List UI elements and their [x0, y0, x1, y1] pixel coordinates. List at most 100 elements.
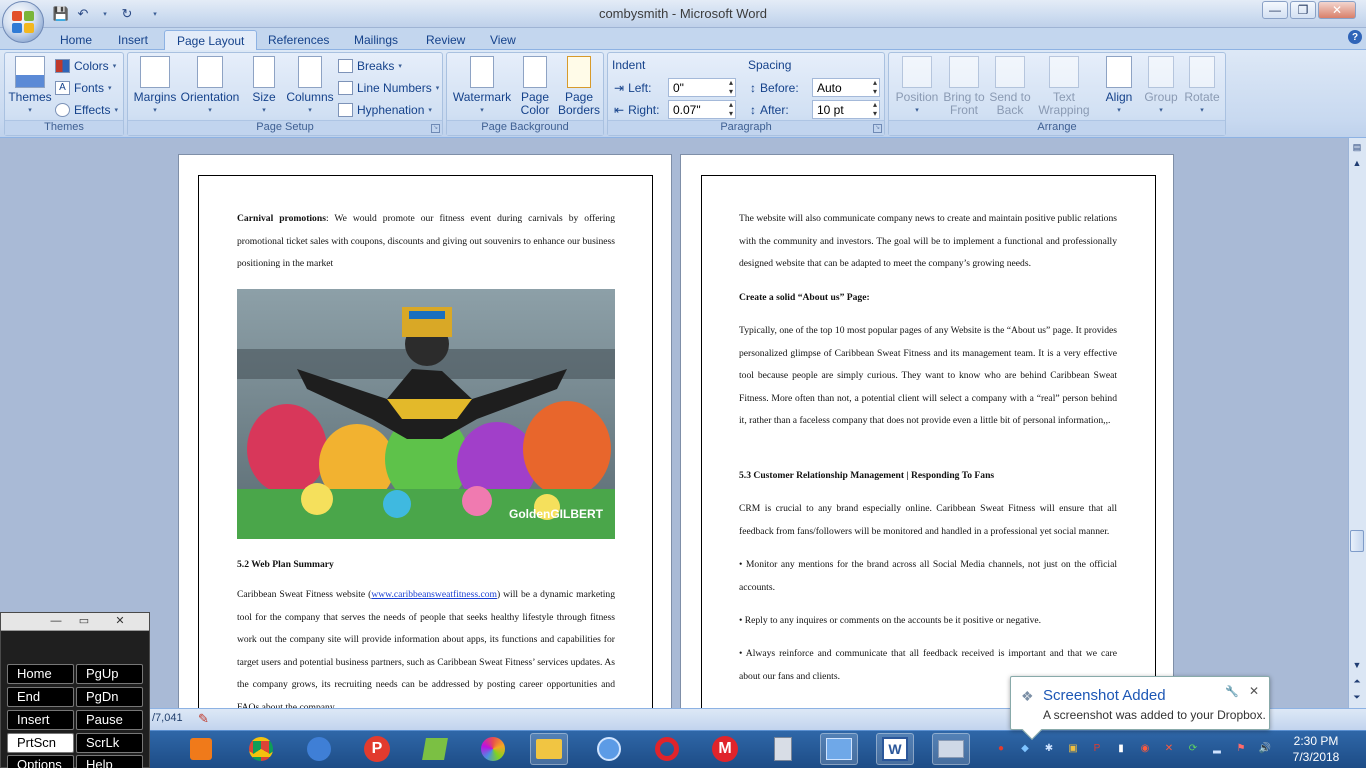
hyphenation-button[interactable]: Hyphenation ▾	[338, 100, 432, 119]
customize-qat-icon[interactable]: ▾	[146, 5, 164, 23]
osk-key-home[interactable]: Home	[7, 664, 74, 684]
dropbox-notification[interactable]: ❖ Screenshot Added A screenshot was adde…	[1010, 676, 1270, 740]
fonts-button[interactable]: A Fonts ▾	[55, 78, 112, 97]
osk-key-help[interactable]: Help	[76, 755, 143, 768]
calculator-icon[interactable]	[764, 733, 802, 765]
spacing-after-input[interactable]: 10 pt	[812, 100, 880, 119]
next-page-icon[interactable]: ⏷	[1350, 690, 1364, 704]
tab-view[interactable]: View	[478, 30, 528, 50]
notification-body: A screenshot was added to your Dropbox.	[1043, 708, 1266, 722]
photo-app-icon[interactable]	[474, 733, 512, 765]
indent-left-input[interactable]: 0"	[668, 78, 736, 97]
notification-close-icon[interactable]: ✕	[1249, 684, 1259, 698]
effects-button[interactable]: Effects ▾	[55, 100, 118, 119]
control-panel-icon[interactable]	[820, 733, 858, 765]
vertical-scroll-thumb[interactable]	[1350, 530, 1364, 552]
osk-key-options[interactable]: Options	[7, 755, 74, 768]
scroll-up-icon[interactable]: ▲	[1350, 156, 1364, 170]
rotate-button[interactable]: Rotate ▾	[1181, 56, 1223, 117]
align-button[interactable]: Align ▾	[1099, 56, 1139, 117]
usb-tray-icon[interactable]: ▮	[1114, 741, 1128, 755]
feather-app-icon[interactable]	[416, 733, 454, 765]
page-setup-launcher-icon[interactable]: ↘	[431, 124, 440, 133]
tab-insert[interactable]: Insert	[106, 30, 160, 50]
media-player-icon[interactable]	[182, 733, 220, 765]
vertical-scrollbar[interactable]	[1348, 138, 1366, 708]
dropbox-tray-icon[interactable]: ◆	[1018, 741, 1032, 755]
notification-settings-icon[interactable]: 🔧	[1225, 685, 1239, 698]
tab-review[interactable]: Review	[414, 30, 477, 50]
osk-key-pgdn[interactable]: PgDn	[76, 687, 143, 707]
tab-references[interactable]: References	[256, 30, 341, 50]
tray-m-icon[interactable]: ●	[994, 741, 1008, 755]
gmail-app-icon[interactable]: M	[706, 733, 744, 765]
redo-icon[interactable]: ↻	[118, 5, 136, 23]
wifi-tray-icon[interactable]: ▂	[1210, 741, 1224, 755]
word-count[interactable]: /7,041	[152, 712, 183, 724]
maximize-button[interactable]: ❐	[1290, 1, 1316, 19]
internet-explorer-icon[interactable]	[300, 733, 338, 765]
pdf-tray-icon[interactable]: P	[1090, 741, 1104, 755]
tab-home[interactable]: Home	[48, 30, 104, 50]
carnival-photo[interactable]: GoldenGILBERT	[237, 289, 615, 539]
chrome-icon[interactable]	[242, 733, 280, 765]
osk-key-pause[interactable]: Pause	[76, 710, 143, 730]
osk-key-prtscn[interactable]: PrtScn	[7, 733, 74, 753]
position-button[interactable]: Position ▾	[893, 56, 941, 117]
columns-button[interactable]: Columns ▾	[286, 56, 334, 117]
save-icon[interactable]: 💾	[52, 5, 70, 23]
osk-key-end[interactable]: End	[7, 687, 74, 707]
word-icon[interactable]: W	[876, 733, 914, 765]
sync-tray-icon[interactable]: ⟳	[1186, 741, 1200, 755]
osk-key-pgup[interactable]: PgUp	[76, 664, 143, 684]
breaks-button[interactable]: Breaks ▾	[338, 56, 402, 75]
undo-icon[interactable]: ↶	[74, 5, 92, 23]
system-clock[interactable]: 2:30 PM 7/3/2018	[1282, 733, 1350, 765]
office-button[interactable]	[2, 1, 44, 43]
line-numbers-button[interactable]: Line Numbers ▾	[338, 78, 439, 97]
paragraph-launcher-icon[interactable]: ↘	[873, 124, 882, 133]
undo-dropdown-icon[interactable]: ▾	[96, 5, 114, 23]
spacing-before-input[interactable]: Auto	[812, 78, 880, 97]
globe-app-icon[interactable]	[590, 733, 628, 765]
previous-page-icon[interactable]: ⏶	[1350, 674, 1364, 688]
page-borders-button[interactable]: Page Borders	[557, 56, 601, 117]
themes-button[interactable]: Themes ▾	[8, 56, 52, 117]
scroll-down-icon[interactable]: ▼	[1350, 658, 1364, 672]
bluetooth-tray-icon[interactable]: ✱	[1042, 741, 1056, 755]
group-button[interactable]: Group ▾	[1141, 56, 1181, 117]
help-icon[interactable]: ?	[1348, 30, 1362, 44]
size-button[interactable]: Size ▾	[248, 56, 280, 117]
tab-page-layout[interactable]: Page Layout	[164, 30, 258, 51]
orientation-button[interactable]: Orientation ▾	[180, 56, 240, 117]
action-center-tray-icon[interactable]: ⚑	[1234, 741, 1248, 755]
send-to-back-button[interactable]: Send to Back	[987, 56, 1033, 117]
osk-key-scrlk[interactable]: ScrLk	[76, 733, 143, 753]
osk-minimize-button[interactable]: —	[45, 614, 67, 629]
indent-right-input[interactable]: 0.07"	[668, 100, 736, 119]
on-screen-keyboard-icon[interactable]	[932, 733, 970, 765]
adobe-tray-icon[interactable]: ✕	[1162, 741, 1176, 755]
osk-close-button[interactable]: ✕	[109, 614, 131, 629]
osk-restore-button[interactable]: ▭	[73, 614, 95, 629]
text-wrapping-button[interactable]: Text Wrapping	[1033, 56, 1095, 117]
network-app-tray-icon[interactable]: ▣	[1066, 741, 1080, 755]
tab-mailings[interactable]: Mailings	[342, 30, 410, 50]
volume-tray-icon[interactable]: 🔊	[1258, 741, 1272, 755]
minimize-button[interactable]: —	[1262, 1, 1288, 19]
website-link[interactable]: www.caribbeansweatfitness.com	[371, 589, 497, 600]
file-explorer-icon[interactable]	[530, 733, 568, 765]
opera-icon[interactable]	[648, 733, 686, 765]
close-button[interactable]: ✕	[1318, 1, 1356, 19]
pdf-app-icon[interactable]: P	[358, 733, 396, 765]
page-color-button[interactable]: Page Color	[515, 56, 555, 117]
margins-button[interactable]: Margins ▾	[132, 56, 178, 117]
line-numbers-icon	[338, 80, 353, 95]
osk-key-insert[interactable]: Insert	[7, 710, 74, 730]
watermark-button[interactable]: Watermark ▾	[451, 56, 513, 117]
ruler-toggle-icon[interactable]: ▤	[1350, 140, 1364, 154]
bring-to-front-button[interactable]: Bring to Front	[941, 56, 987, 117]
proofing-icon[interactable]: ✎	[198, 711, 209, 727]
antivirus-tray-icon[interactable]: ◉	[1138, 741, 1152, 755]
colors-button[interactable]: Colors ▾	[55, 56, 116, 75]
